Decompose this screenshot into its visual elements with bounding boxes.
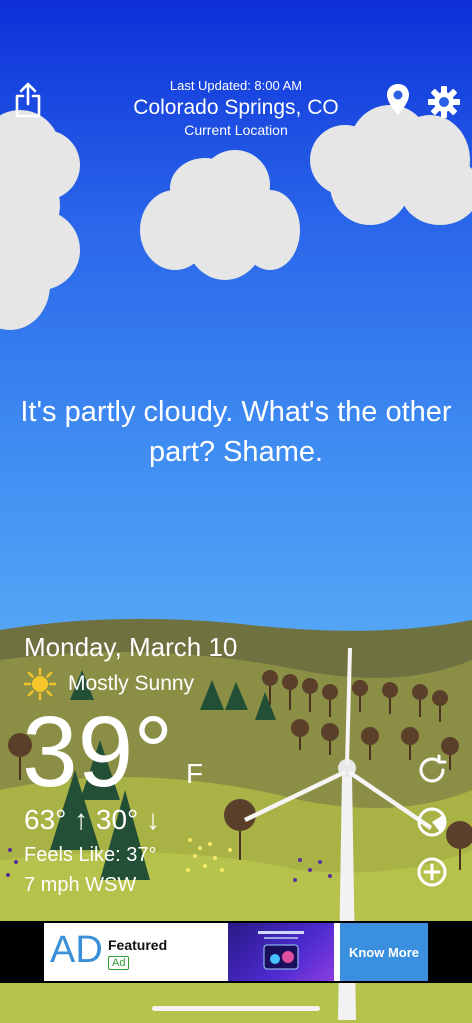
location-pin-icon[interactable] [386,84,410,116]
ad-image[interactable] [228,923,334,981]
ad-logo: AD [50,929,103,971]
ad-banner[interactable]: AD Featured Ad Know More [0,921,472,983]
refresh-icon[interactable] [416,754,448,786]
high-low: 63° ↑ 30° ↓ [24,804,160,836]
add-icon[interactable] [416,856,448,888]
know-more-button[interactable]: Know More [340,923,428,981]
cloud-center [140,150,300,290]
radar-icon[interactable] [416,806,448,838]
home-indicator[interactable] [152,1006,320,1011]
temperature-unit[interactable]: F [186,758,203,790]
condition-text: Mostly Sunny [68,672,195,695]
location-subtitle: Current Location [184,122,288,138]
ad-badge: Ad [108,956,130,970]
wind-info: 7 mph WSW [24,874,137,896]
feels-like: Feels Like: 37° [24,844,157,866]
weather-quip: It's partly cloudy. What's the other par… [20,396,452,468]
high-temp: 63° ↑ [24,804,89,835]
low-temp: 30° ↓ [95,804,161,835]
gear-icon[interactable] [428,86,460,118]
ad-content[interactable]: AD Featured Ad Know More [44,923,428,981]
ad-title: Featured [108,937,168,953]
current-temperature: 39° [22,696,174,808]
current-date: Monday, March 10 [24,632,238,662]
